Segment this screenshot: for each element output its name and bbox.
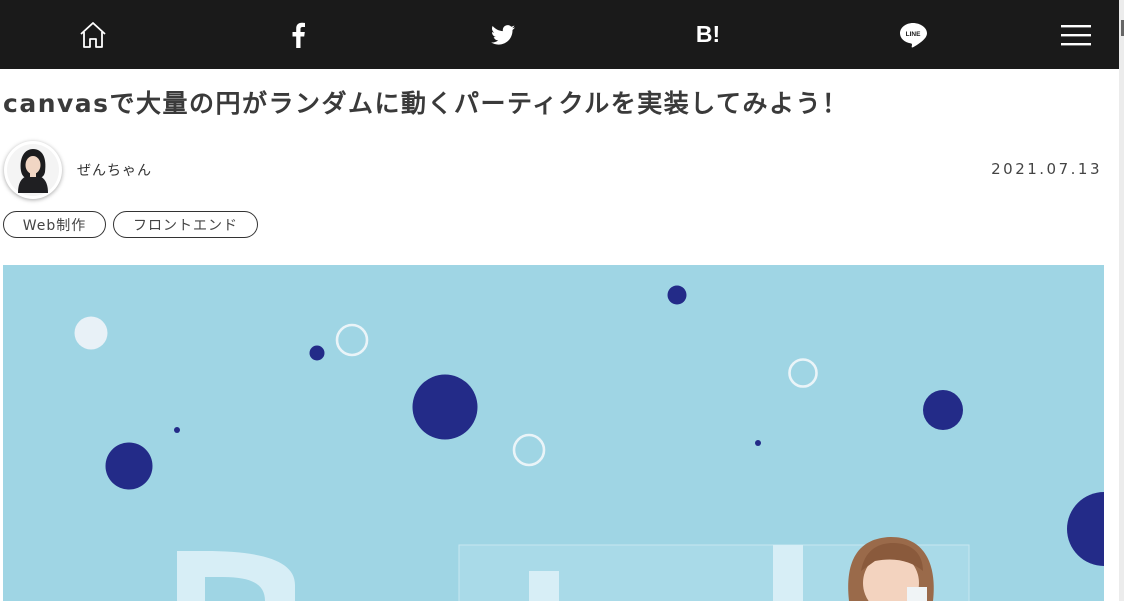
dark-circle xyxy=(105,442,153,490)
card-letter-shape xyxy=(773,545,803,601)
light-circle xyxy=(74,316,108,350)
facebook-icon xyxy=(292,22,305,48)
ring-circle xyxy=(335,323,369,357)
top-navigation-bar: B! LINE xyxy=(0,0,1119,69)
author-portrait-image xyxy=(7,144,59,196)
dark-circle xyxy=(755,440,761,446)
background-letter-shape xyxy=(205,551,295,601)
dark-circle xyxy=(667,285,687,305)
line-icon: LINE xyxy=(900,22,927,47)
twitter-icon xyxy=(491,24,515,45)
article-title: canvasで大量の円がランダムに動くパーティクルを実装してみよう！ xyxy=(3,89,849,118)
dark-circle xyxy=(923,390,963,430)
ring-circle xyxy=(788,358,818,388)
card-letter-shape xyxy=(529,571,559,601)
particle-illustration xyxy=(74,285,1104,601)
dark-circle xyxy=(412,374,478,440)
dark-circle xyxy=(309,345,325,361)
hamburger-menu-button[interactable] xyxy=(1046,0,1106,69)
dark-circle xyxy=(1067,492,1104,566)
background-letter-shape xyxy=(177,551,205,601)
scrollbar[interactable] xyxy=(1119,0,1124,601)
ring-circle xyxy=(512,433,546,467)
tag-web-seisaku[interactable]: Web制作 xyxy=(3,211,106,238)
hero-image xyxy=(3,265,1104,601)
facebook-share-button[interactable] xyxy=(268,0,328,69)
hatena-bookmark-icon: B! xyxy=(695,21,721,47)
hatena-bookmark-button[interactable]: B! xyxy=(678,0,738,69)
hamburger-menu-icon xyxy=(1061,24,1091,45)
author-avatar[interactable] xyxy=(4,141,62,199)
post-date: 2021.07.13 xyxy=(991,160,1102,178)
author-name[interactable]: ぜんちゃん xyxy=(77,160,152,180)
dark-circle xyxy=(174,427,180,433)
line-share-button[interactable]: LINE xyxy=(883,0,943,69)
home-button[interactable] xyxy=(63,0,123,69)
twitter-share-button[interactable] xyxy=(473,0,533,69)
home-icon xyxy=(80,21,106,48)
line-icon-label: LINE xyxy=(906,31,921,38)
tag-frontend[interactable]: フロントエンド xyxy=(113,211,258,238)
